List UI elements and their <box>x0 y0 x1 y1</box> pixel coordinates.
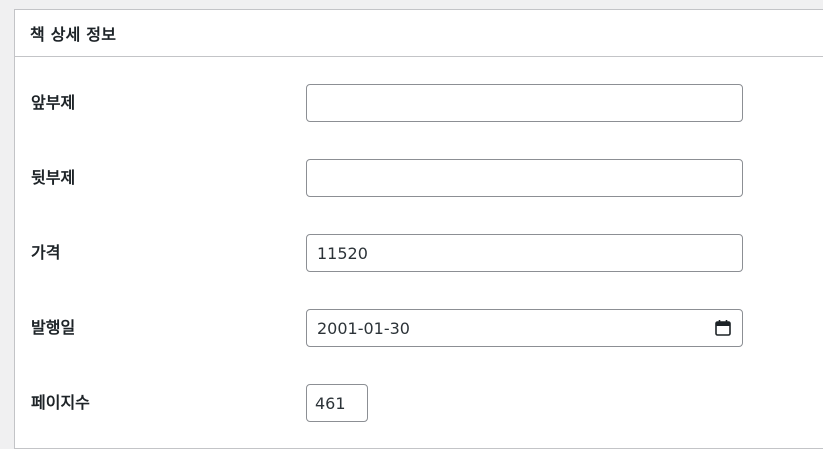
back-subtitle-label: 뒷부제 <box>31 168 76 187</box>
panel-header: 책 상세 정보 <box>15 10 823 57</box>
book-details-panel: 책 상세 정보 앞부제 뒷부제 가격 11520 발행일 2001-01-30 <box>14 9 823 449</box>
price-input[interactable]: 11520 <box>306 234 743 272</box>
publish-date-label: 발행일 <box>31 318 76 337</box>
publish-date-input[interactable]: 2001-01-30 <box>306 309 743 347</box>
front-subtitle-row: 앞부제 <box>15 84 823 122</box>
price-label: 가격 <box>31 243 61 262</box>
panel-title: 책 상세 정보 <box>30 25 117 44</box>
back-subtitle-input[interactable] <box>306 159 743 197</box>
price-value: 11520 <box>317 243 368 263</box>
page-count-label: 페이지수 <box>31 393 90 412</box>
publish-date-row: 발행일 2001-01-30 <box>15 309 823 347</box>
price-row: 가격 11520 <box>15 234 823 272</box>
front-subtitle-input[interactable] <box>306 84 743 122</box>
page-count-row: 페이지수 461 <box>15 384 823 422</box>
page-count-value: 461 <box>315 393 346 413</box>
calendar-icon[interactable] <box>714 319 732 337</box>
publish-date-value: 2001-01-30 <box>317 318 410 338</box>
page-count-input[interactable]: 461 <box>306 384 368 422</box>
back-subtitle-row: 뒷부제 <box>15 159 823 197</box>
front-subtitle-label: 앞부제 <box>31 93 76 112</box>
